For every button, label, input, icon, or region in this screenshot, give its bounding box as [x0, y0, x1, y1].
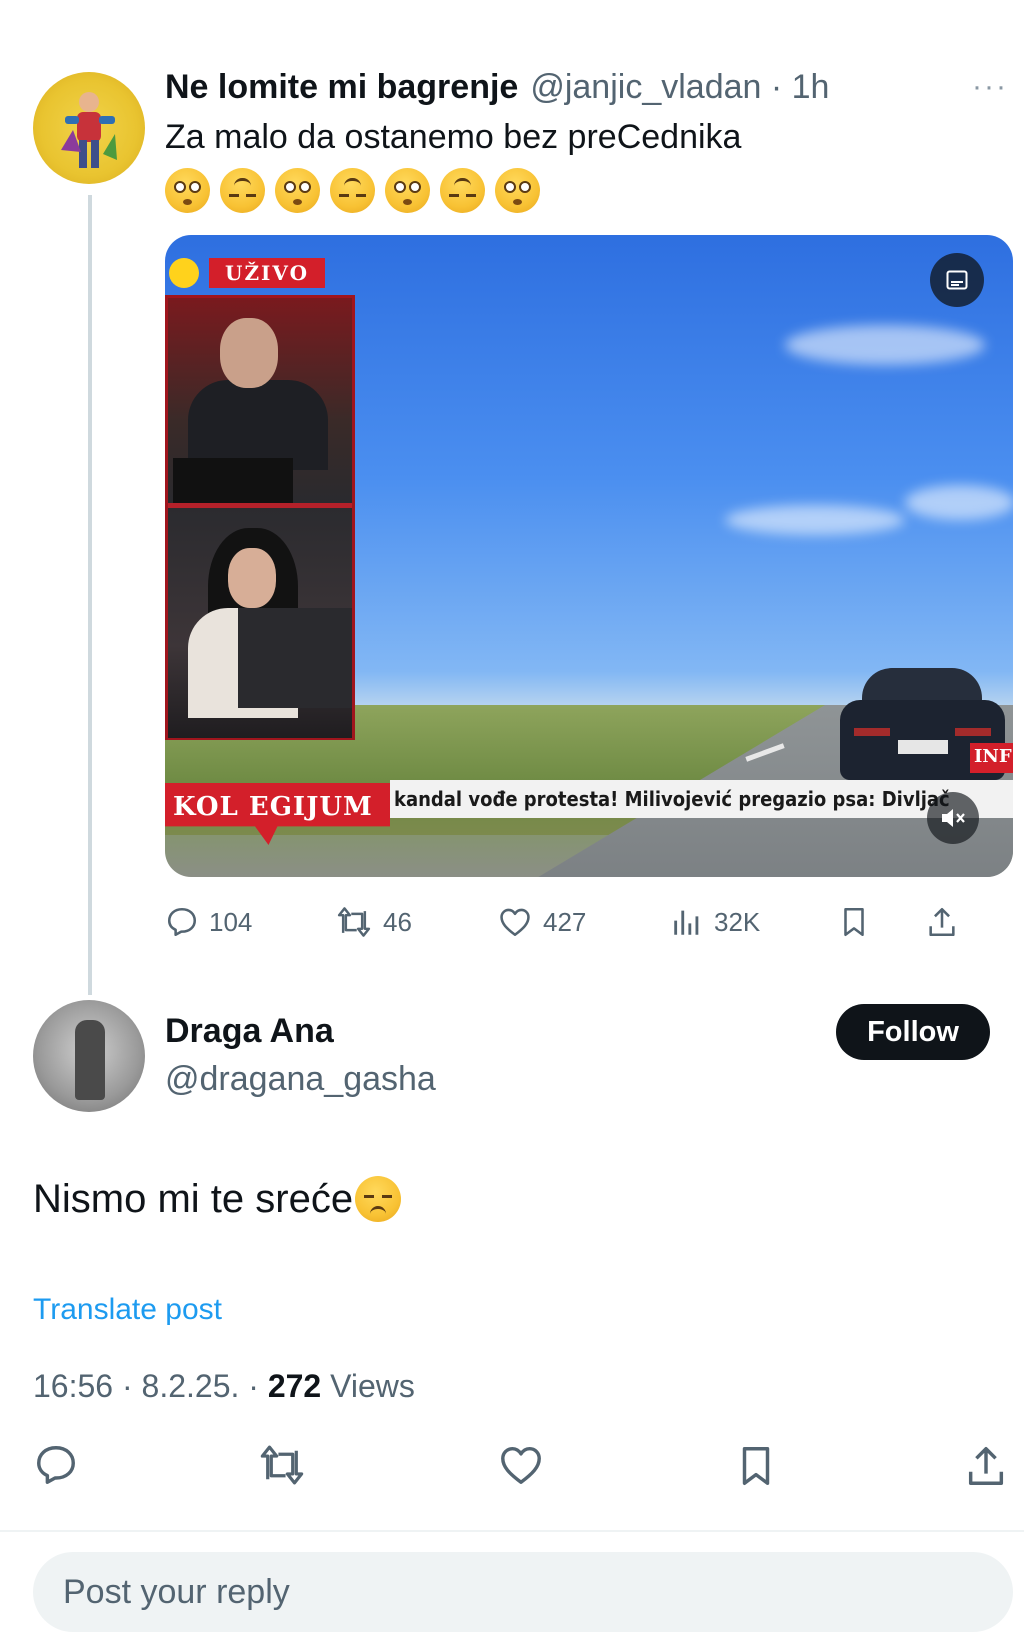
flushed-face-icon: [165, 168, 210, 213]
car: [840, 660, 1005, 795]
live-label: UŽIVO: [209, 258, 325, 288]
speaker-muted-icon: [942, 809, 965, 827]
share-button[interactable]: [963, 1442, 1009, 1495]
mute-button[interactable]: [927, 792, 979, 844]
views-button[interactable]: 32K: [670, 900, 760, 944]
image-description-button[interactable]: [930, 253, 984, 307]
flushed-face-icon: [385, 168, 430, 213]
heart-icon: [500, 908, 530, 937]
bookmark-button[interactable]: [733, 1442, 779, 1495]
more-options-icon[interactable]: ···: [972, 70, 1008, 104]
follow-button[interactable]: Follow: [836, 1004, 990, 1060]
flushed-face-icon: [275, 168, 320, 213]
bookmark-icon: [844, 907, 864, 937]
reply-text: Nismo mi te sreće: [33, 1176, 354, 1221]
post-action-bar: 104 46 427 32K: [165, 900, 1015, 944]
post-meta: 16:56 · 8.2.25. · 272 Views: [33, 1368, 415, 1405]
disappointed-face-icon: [355, 1176, 402, 1222]
post-text: Za malo da ostanemo bez preCednika: [165, 118, 742, 156]
flushed-face-icon: [495, 168, 540, 213]
like-button[interactable]: 427: [497, 900, 586, 944]
author-avatar[interactable]: [33, 72, 145, 184]
live-badge: UŽIVO: [165, 257, 325, 289]
views-count: 32K: [714, 906, 761, 937]
studio-inset: [165, 295, 355, 740]
repost-button[interactable]: [257, 1442, 307, 1493]
reply-author-name[interactable]: Draga Ana: [165, 1012, 334, 1051]
post-views-count: 272: [267, 1368, 322, 1404]
thread-connector-line: [88, 195, 92, 995]
bookmark-button[interactable]: [837, 900, 881, 944]
repost-count: 46: [383, 906, 412, 937]
repost-icon: [260, 1445, 304, 1485]
share-button[interactable]: [925, 900, 969, 944]
heart-icon: [501, 1446, 541, 1484]
post-header: Ne lomite mi bagrenje @janjic_vladan · 1…: [165, 68, 829, 112]
avatar-illustration: [61, 92, 117, 168]
translate-post-link[interactable]: Translate post: [33, 1293, 222, 1327]
cloud: [785, 325, 985, 365]
like-count: 427: [543, 906, 587, 937]
divider: [0, 1530, 1024, 1532]
image-icon: [946, 270, 968, 290]
studio-camera-1: [168, 298, 352, 503]
reply-text-row: Nismo mi te sreće: [33, 1176, 402, 1222]
studio-camera-2: [168, 508, 352, 738]
reply-action-bar: [33, 1442, 1013, 1496]
upside-down-face-icon: [330, 168, 375, 213]
share-icon: [968, 1447, 1004, 1485]
show-banner-label: KOL EGIJUM: [173, 792, 373, 822]
video-player[interactable]: UŽIVO INF kandal vođe protesta! Milivoje…: [165, 235, 1013, 877]
like-button[interactable]: [497, 1442, 545, 1493]
reply-button[interactable]: [33, 1442, 79, 1493]
avatar-statue: [75, 1020, 105, 1100]
emoji-row: [165, 168, 540, 213]
show-banner: KOL EGIJUM: [165, 783, 390, 845]
author-name[interactable]: Ne lomite mi bagrenje: [165, 68, 518, 107]
repost-button[interactable]: 46: [335, 900, 412, 944]
reply-button[interactable]: 104: [165, 900, 252, 944]
share-icon: [929, 907, 955, 937]
repost-icon: [337, 907, 371, 937]
reply-author-avatar[interactable]: [33, 1000, 145, 1112]
reply-author-handle[interactable]: @dragana_gasha: [165, 1060, 436, 1099]
upside-down-face-icon: [220, 168, 265, 213]
news-ticker: kandal vođe protesta! Milivojević pregaz…: [390, 780, 1013, 818]
reply-composer-input[interactable]: Post your reply: [33, 1552, 1013, 1632]
cloud: [905, 485, 1013, 520]
post-timestamp[interactable]: 16:56 · 8.2.25. ·: [33, 1368, 268, 1404]
live-dot-icon: [169, 258, 199, 288]
reply-icon: [37, 1446, 75, 1484]
bookmark-icon: [742, 1447, 770, 1485]
reply-count: 104: [209, 906, 253, 937]
author-handle-time[interactable]: @janjic_vladan · 1h: [530, 68, 829, 107]
corner-tag: INF: [970, 743, 1013, 773]
reply-icon: [167, 907, 197, 937]
upside-down-face-icon: [440, 168, 485, 213]
post-views-label: Views: [321, 1368, 415, 1404]
analytics-icon: [674, 910, 699, 935]
cloud: [725, 505, 905, 535]
